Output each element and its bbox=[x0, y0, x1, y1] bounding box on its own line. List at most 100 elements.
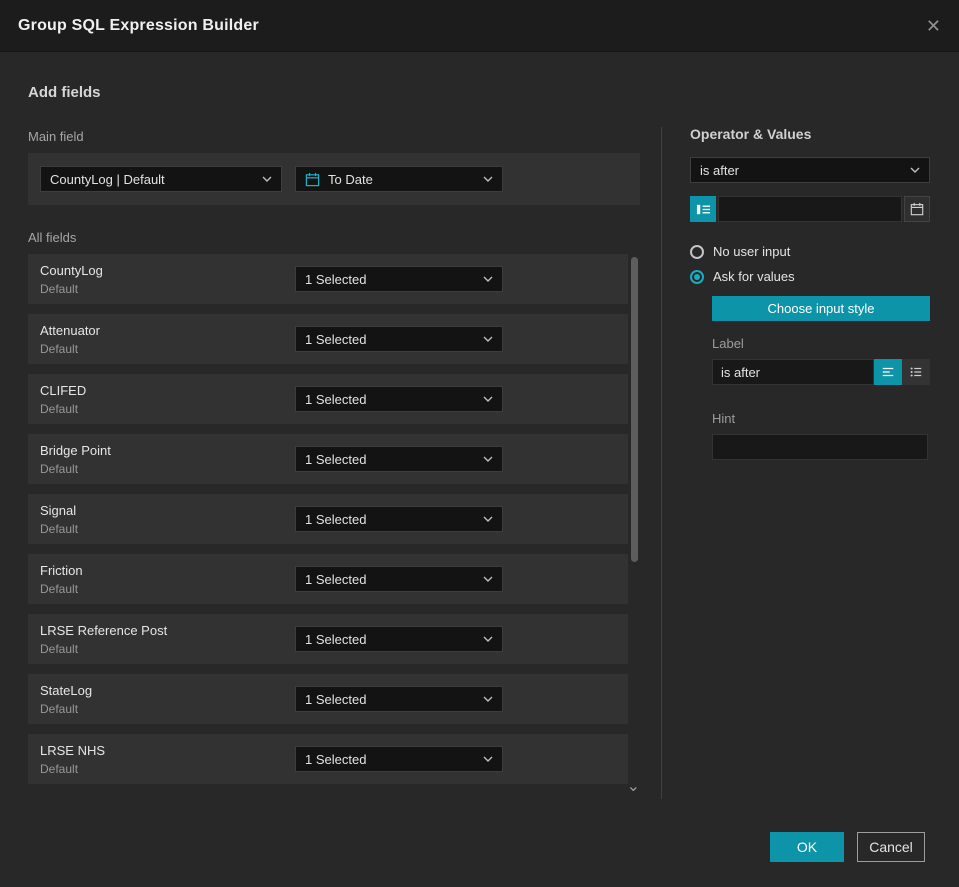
align-left-style-button[interactable] bbox=[874, 359, 902, 385]
all-fields-list: CountyLog Default 1 Selected Attenuator … bbox=[28, 254, 640, 795]
calendar-icon bbox=[305, 172, 320, 186]
add-fields-heading: Add fields bbox=[28, 84, 101, 101]
radio-icon bbox=[690, 269, 704, 284]
field-selected-dropdown[interactable]: 1 Selected bbox=[295, 686, 503, 712]
field-subtitle: Default bbox=[40, 341, 79, 356]
chevron-down-icon bbox=[483, 756, 493, 762]
field-name: StateLog bbox=[40, 682, 93, 698]
field-selected-dropdown[interactable]: 1 Selected bbox=[295, 506, 503, 532]
chevron-down-icon bbox=[262, 176, 272, 182]
dialog-header: Group SQL Expression Builder ✕ bbox=[0, 0, 959, 52]
chevron-down-icon bbox=[483, 516, 493, 522]
field-row-info: LRSE NHS Default bbox=[40, 743, 295, 776]
field-selected-dropdown[interactable]: 1 Selected bbox=[295, 326, 503, 352]
field-subtitle: Default bbox=[40, 641, 79, 656]
field-name: CountyLog bbox=[40, 262, 103, 278]
main-field-panel: CountyLog | Default To Date bbox=[28, 153, 640, 205]
field-row: Signal Default 1 Selected bbox=[28, 494, 628, 544]
field-selected-count: 1 Selected bbox=[305, 511, 367, 527]
close-icon[interactable]: ✕ bbox=[926, 17, 941, 35]
chevron-down-icon bbox=[483, 576, 493, 582]
field-selected-dropdown[interactable]: 1 Selected bbox=[295, 266, 503, 292]
field-row-info: StateLog Default bbox=[40, 683, 295, 716]
radio-label: No user input bbox=[713, 244, 791, 259]
field-row: Friction Default 1 Selected bbox=[28, 554, 628, 604]
field-selected-dropdown[interactable]: 1 Selected bbox=[295, 386, 503, 412]
field-row: CountyLog Default 1 Selected bbox=[28, 254, 628, 304]
dialog-footer: OK Cancel bbox=[770, 832, 925, 862]
field-subtitle: Default bbox=[40, 581, 79, 596]
field-subtitle: Default bbox=[40, 701, 79, 716]
field-selected-count: 1 Selected bbox=[305, 571, 367, 587]
radio-no-user-input[interactable]: No user input bbox=[690, 244, 930, 259]
field-selected-count: 1 Selected bbox=[305, 631, 367, 647]
field-name: Signal bbox=[40, 502, 77, 518]
main-field-dropdown[interactable]: CountyLog | Default bbox=[40, 166, 282, 192]
operator-values-section: Operator & Values is after No user input… bbox=[690, 126, 930, 460]
align-left-icon bbox=[882, 367, 894, 377]
main-field-label: Main field bbox=[28, 129, 84, 144]
field-selected-dropdown[interactable]: 1 Selected bbox=[295, 446, 503, 472]
field-name: Friction bbox=[40, 562, 83, 578]
operator-dropdown[interactable]: is after bbox=[690, 157, 930, 183]
choose-input-style-button[interactable]: Choose input style bbox=[712, 296, 930, 321]
date-field-dropdown-value: To Date bbox=[328, 171, 373, 187]
field-selected-count: 1 Selected bbox=[305, 751, 367, 767]
field-selected-dropdown[interactable]: 1 Selected bbox=[295, 626, 503, 652]
dialog-title: Group SQL Expression Builder bbox=[18, 16, 259, 34]
scrollbar-thumb[interactable] bbox=[631, 257, 638, 562]
chevron-down-icon bbox=[483, 456, 493, 462]
group-sql-expression-builder-dialog: Group SQL Expression Builder ✕ Add field… bbox=[0, 0, 959, 887]
field-subtitle: Default bbox=[40, 761, 79, 776]
field-row: StateLog Default 1 Selected bbox=[28, 674, 628, 724]
field-selected-dropdown[interactable]: 1 Selected bbox=[295, 746, 503, 772]
field-row: Bridge Point Default 1 Selected bbox=[28, 434, 628, 484]
chevron-down-icon bbox=[483, 636, 493, 642]
vertical-divider bbox=[661, 127, 662, 799]
field-subtitle: Default bbox=[40, 281, 79, 296]
field-selected-dropdown[interactable]: 1 Selected bbox=[295, 566, 503, 592]
date-picker-button[interactable] bbox=[904, 196, 930, 222]
date-field-dropdown[interactable]: To Date bbox=[295, 166, 503, 192]
chevron-down-icon bbox=[483, 336, 493, 342]
field-selected-count: 1 Selected bbox=[305, 691, 367, 707]
chevron-down-icon bbox=[910, 167, 920, 173]
all-fields-label: All fields bbox=[28, 230, 77, 245]
value-input[interactable] bbox=[718, 196, 902, 222]
calendar-icon bbox=[910, 202, 924, 216]
field-row: CLIFED Default 1 Selected bbox=[28, 374, 628, 424]
operator-dropdown-value: is after bbox=[700, 162, 740, 178]
list-style-button[interactable] bbox=[902, 359, 930, 385]
radio-label: Ask for values bbox=[713, 269, 795, 284]
field-row-info: LRSE Reference Post Default bbox=[40, 623, 295, 656]
label-input[interactable] bbox=[712, 359, 874, 385]
field-row-info: CountyLog Default bbox=[40, 263, 295, 296]
radio-ask-for-values[interactable]: Ask for values bbox=[690, 269, 930, 284]
field-selected-count: 1 Selected bbox=[305, 391, 367, 407]
cancel-button[interactable]: Cancel bbox=[857, 832, 925, 862]
chevron-down-icon bbox=[483, 396, 493, 402]
label-field-label: Label bbox=[712, 336, 744, 351]
field-row: LRSE Reference Post Default 1 Selected bbox=[28, 614, 628, 664]
field-subtitle: Default bbox=[40, 461, 79, 476]
field-row-info: Friction Default bbox=[40, 563, 295, 596]
hint-input[interactable] bbox=[712, 434, 928, 460]
input-style-icon-button[interactable] bbox=[690, 196, 716, 222]
field-name: Bridge Point bbox=[40, 442, 111, 458]
field-name: LRSE Reference Post bbox=[40, 622, 168, 638]
user-input-radio-group: No user input Ask for values bbox=[690, 244, 930, 284]
value-input-row bbox=[690, 196, 930, 222]
scroll-down-chevron-icon[interactable]: ⌄ bbox=[627, 776, 640, 796]
chevron-down-icon bbox=[483, 176, 493, 182]
ok-button[interactable]: OK bbox=[770, 832, 844, 862]
bulleted-list-icon bbox=[910, 367, 922, 377]
label-input-row bbox=[712, 359, 930, 385]
field-row-info: Signal Default bbox=[40, 503, 295, 536]
field-row: Attenuator Default 1 Selected bbox=[28, 314, 628, 364]
list-input-icon bbox=[696, 204, 710, 214]
field-row-info: Bridge Point Default bbox=[40, 443, 295, 476]
field-name: Attenuator bbox=[40, 322, 100, 338]
field-name: CLIFED bbox=[40, 382, 87, 398]
field-subtitle: Default bbox=[40, 401, 79, 416]
field-selected-count: 1 Selected bbox=[305, 271, 367, 287]
